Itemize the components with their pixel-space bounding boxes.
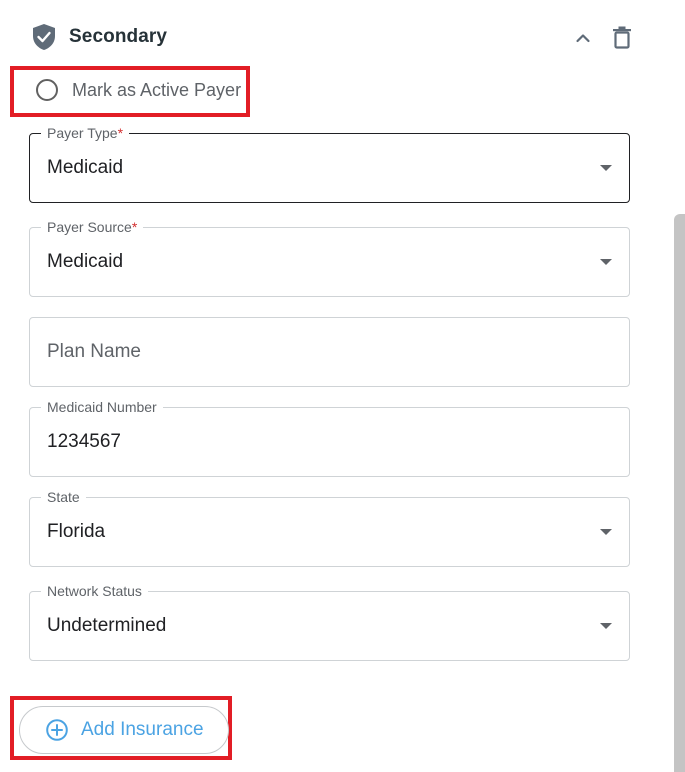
state-select[interactable]: State Florida xyxy=(29,489,630,567)
mark-active-payer-label: Mark as Active Payer xyxy=(72,79,242,100)
mark-active-payer-radio[interactable]: Mark as Active Payer xyxy=(36,78,241,102)
medicaid-number-input[interactable]: Medicaid Number 1234567 xyxy=(29,399,630,477)
radio-circle[interactable] xyxy=(36,79,58,101)
collapse-button[interactable] xyxy=(571,26,595,50)
dropdown-arrow-icon[interactable] xyxy=(600,165,612,171)
payer-type-select[interactable]: Payer Type* Medicaid xyxy=(29,125,630,203)
network-status-value: Undetermined xyxy=(47,615,167,636)
state-value: Florida xyxy=(47,521,106,542)
chevron-up-icon xyxy=(576,34,590,43)
dropdown-arrow-icon[interactable] xyxy=(600,529,612,535)
payer-source-value: Medicaid xyxy=(47,251,124,272)
section-title: Secondary xyxy=(69,26,168,47)
network-status-label: Network Status xyxy=(41,583,148,599)
scrollbar-thumb[interactable] xyxy=(674,214,685,772)
required-marker: * xyxy=(131,219,138,235)
state-label: State xyxy=(41,489,86,505)
insurance-panel: Secondary Mark as Active Payer Payer Typ… xyxy=(0,0,685,772)
payer-type-value: Medicaid xyxy=(47,157,124,178)
network-status-select[interactable]: Network Status Undetermined xyxy=(29,583,630,661)
medicaid-number-value: 1234567 xyxy=(47,431,121,452)
payer-type-label: Payer Type* xyxy=(41,125,130,141)
add-insurance-button[interactable]: Add Insurance xyxy=(19,706,229,754)
medicaid-number-label: Medicaid Number xyxy=(41,399,163,415)
required-marker: * xyxy=(117,125,124,141)
shield-check-icon xyxy=(32,23,56,51)
plus-circle-icon xyxy=(46,719,68,741)
payer-source-select[interactable]: Payer Source* Medicaid xyxy=(29,219,630,297)
add-insurance-label: Add Insurance xyxy=(81,719,204,740)
dropdown-arrow-icon[interactable] xyxy=(600,259,612,265)
delete-button[interactable] xyxy=(610,24,634,52)
section-header: Secondary xyxy=(0,0,660,74)
dropdown-arrow-icon[interactable] xyxy=(600,623,612,629)
plan-name-input[interactable]: Plan Name xyxy=(29,317,630,387)
trash-icon xyxy=(613,26,631,49)
payer-source-label: Payer Source* xyxy=(41,219,144,235)
plan-name-placeholder: Plan Name xyxy=(47,341,141,362)
